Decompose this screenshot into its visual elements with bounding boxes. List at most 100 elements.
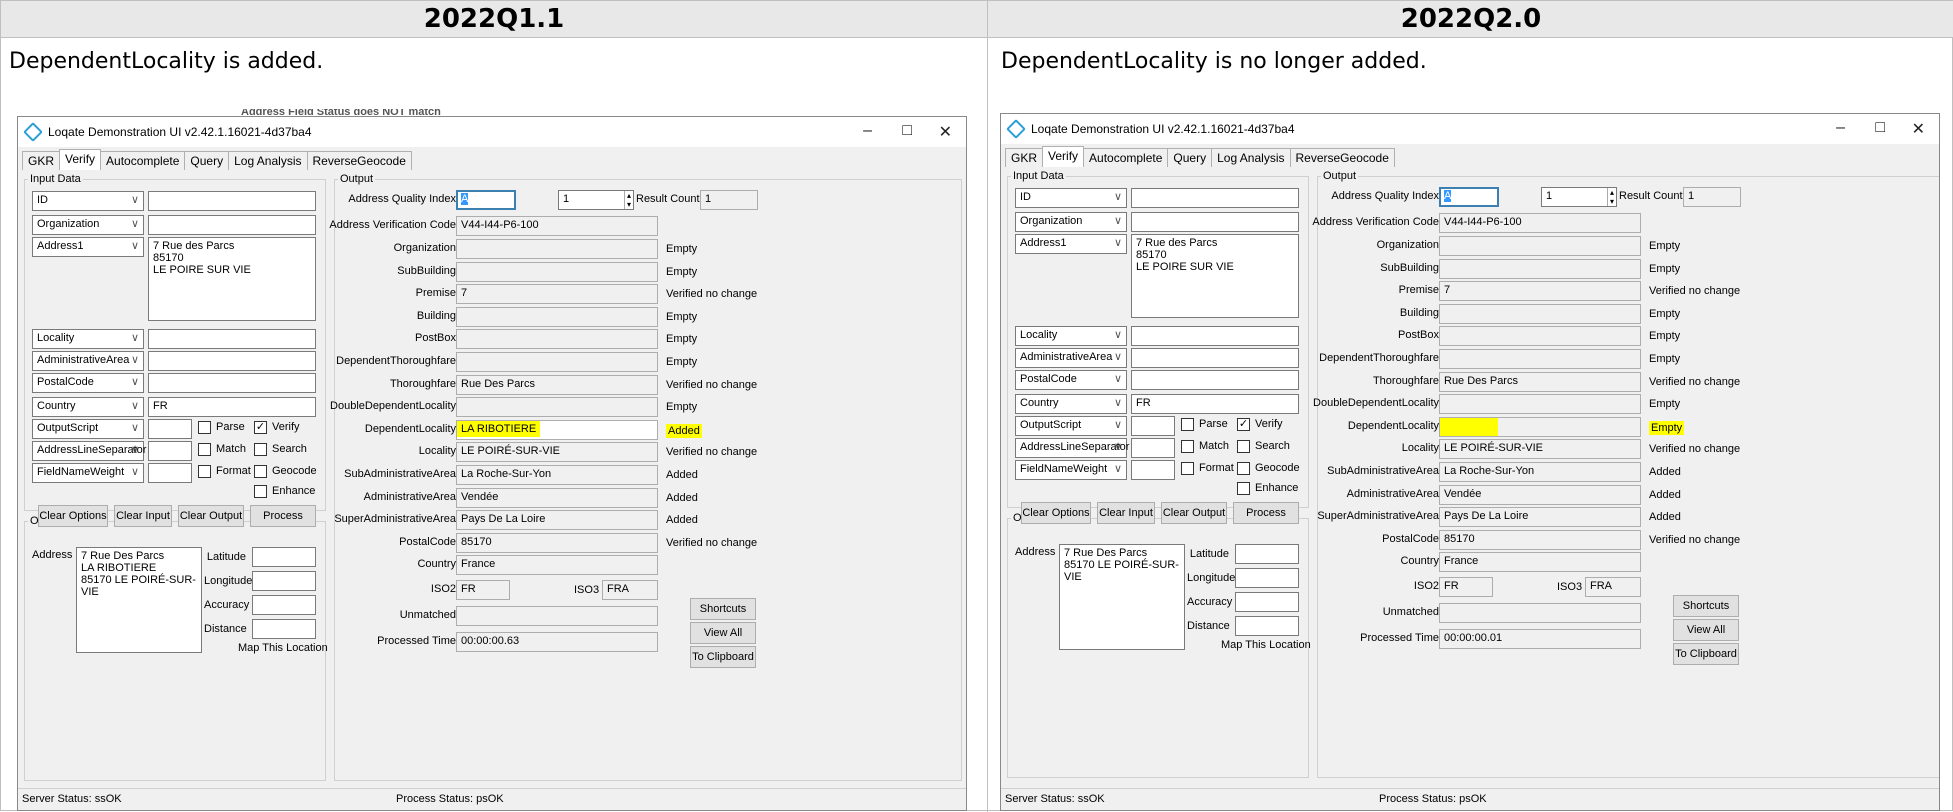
shortcuts-button[interactable]: Shortcuts bbox=[690, 598, 756, 620]
checkbox-format[interactable] bbox=[198, 465, 211, 478]
aqi-field[interactable]: A bbox=[1439, 187, 1499, 207]
combo-administrativearea[interactable]: AdministrativeArea bbox=[1015, 348, 1127, 368]
input-id[interactable] bbox=[148, 191, 316, 211]
input-locality[interactable] bbox=[1131, 326, 1299, 346]
input-fieldnameweight[interactable] bbox=[148, 463, 192, 483]
input-administrativearea[interactable] bbox=[148, 351, 316, 371]
checkbox-geocode[interactable] bbox=[1237, 462, 1250, 475]
checkbox-format-label: Format bbox=[1199, 462, 1234, 474]
combo-address1[interactable]: Address1 bbox=[1015, 234, 1127, 254]
view-all-button[interactable]: View All bbox=[1673, 619, 1739, 641]
combo-postalcode[interactable]: PostalCode bbox=[32, 373, 144, 393]
input-organization[interactable] bbox=[148, 215, 316, 235]
view-all-button[interactable]: View All bbox=[690, 622, 756, 644]
tab-gkr[interactable]: GKR bbox=[22, 151, 61, 170]
checkbox-search[interactable] bbox=[1237, 440, 1250, 453]
input-postalcode[interactable] bbox=[1131, 370, 1299, 390]
checkbox-geocode-label: Geocode bbox=[1255, 462, 1300, 474]
clear-options-button[interactable]: Clear Options bbox=[38, 505, 108, 527]
combo-addresslineseparator[interactable]: AddressLineSeparator bbox=[1015, 438, 1129, 458]
input-organization[interactable] bbox=[1131, 212, 1299, 232]
map-location-link[interactable]: Map This Location bbox=[238, 642, 328, 654]
input-outputscript[interactable] bbox=[1131, 416, 1175, 436]
shortcuts-button[interactable]: Shortcuts bbox=[1673, 595, 1739, 617]
tab-reversegeocode[interactable]: ReverseGeocode bbox=[1289, 148, 1395, 167]
close-icon[interactable]: ✕ bbox=[939, 122, 952, 142]
result-spinner[interactable]: 1 bbox=[1541, 187, 1617, 207]
checkbox-verify[interactable]: ✓ bbox=[254, 421, 267, 434]
combo-administrativearea[interactable]: AdministrativeArea bbox=[32, 351, 144, 371]
process-button[interactable]: Process bbox=[250, 505, 316, 527]
tab-log-analysis[interactable]: Log Analysis bbox=[1211, 148, 1291, 167]
tab-autocomplete[interactable]: Autocomplete bbox=[100, 151, 186, 170]
combo-country[interactable]: Country bbox=[1015, 394, 1127, 414]
combo-id[interactable]: ID bbox=[1015, 188, 1127, 208]
input-country[interactable]: FR bbox=[148, 397, 316, 417]
combo-locality[interactable]: Locality bbox=[32, 329, 144, 349]
clear-output-button[interactable]: Clear Output bbox=[1161, 502, 1227, 524]
checkbox-parse[interactable] bbox=[1181, 418, 1194, 431]
input-locality[interactable] bbox=[148, 329, 316, 349]
tab-query[interactable]: Query bbox=[184, 151, 230, 170]
tab-verify[interactable]: Verify bbox=[1042, 146, 1085, 167]
combo-organization[interactable]: Organization bbox=[1015, 212, 1127, 232]
combo-addresslineseparator[interactable]: AddressLineSeparator bbox=[32, 441, 146, 461]
checkbox-verify[interactable]: ✓ bbox=[1237, 418, 1250, 431]
minimize-icon[interactable]: – bbox=[1836, 119, 1845, 137]
aqi-field[interactable]: A bbox=[456, 190, 516, 210]
input-fieldnameweight[interactable] bbox=[1131, 460, 1175, 480]
minimize-icon[interactable]: – bbox=[863, 122, 872, 140]
checkbox-match[interactable] bbox=[198, 443, 211, 456]
input-addresslineseparator[interactable] bbox=[1131, 438, 1175, 458]
tab-log-analysis[interactable]: Log Analysis bbox=[228, 151, 308, 170]
processed-time-label: Processed Time bbox=[377, 635, 456, 647]
checkbox-enhance[interactable] bbox=[254, 485, 267, 498]
checkbox-parse[interactable] bbox=[198, 421, 211, 434]
process-button[interactable]: Process bbox=[1233, 502, 1299, 524]
input-country[interactable]: FR bbox=[1131, 394, 1299, 414]
to-clipboard-button[interactable]: To Clipboard bbox=[1673, 643, 1739, 665]
combo-fieldnameweight[interactable]: FieldNameWeight bbox=[1015, 460, 1127, 480]
combo-outputscript[interactable]: OutputScript bbox=[1015, 416, 1127, 436]
input-addresslineseparator[interactable] bbox=[148, 441, 192, 461]
combo-country[interactable]: Country bbox=[32, 397, 144, 417]
field-label-dependentlocality: DependentLocality bbox=[364, 422, 456, 435]
input-administrativearea[interactable] bbox=[1131, 348, 1299, 368]
combo-id[interactable]: ID bbox=[32, 191, 144, 211]
input-outputscript[interactable] bbox=[148, 419, 192, 439]
result-spinner[interactable]: 1 bbox=[558, 190, 634, 210]
input-postalcode[interactable] bbox=[148, 373, 316, 393]
loqate-window-2022q1: Loqate Demonstration UI v2.42.1.16021-4d… bbox=[17, 116, 967, 811]
clear-output-button[interactable]: Clear Output bbox=[178, 505, 244, 527]
checkbox-enhance[interactable] bbox=[1237, 482, 1250, 495]
combo-outputscript[interactable]: OutputScript bbox=[32, 419, 144, 439]
result-count-field: 1 bbox=[1683, 187, 1741, 207]
combo-organization[interactable]: Organization bbox=[32, 215, 144, 235]
input-address1[interactable]: 7 Rue des Parcs 85170 LE POIRE SUR VIE bbox=[148, 237, 316, 321]
combo-postalcode[interactable]: PostalCode bbox=[1015, 370, 1127, 390]
combo-fieldnameweight[interactable]: FieldNameWeight bbox=[32, 463, 144, 483]
tab-gkr[interactable]: GKR bbox=[1005, 148, 1044, 167]
tab-verify[interactable]: Verify bbox=[59, 149, 102, 170]
field-status-superadministrativearea: Added bbox=[1649, 511, 1681, 524]
latitude-label: Latitude bbox=[206, 551, 246, 563]
maximize-icon[interactable]: □ bbox=[1875, 119, 1885, 137]
checkbox-geocode[interactable] bbox=[254, 465, 267, 478]
checkbox-match[interactable] bbox=[1181, 440, 1194, 453]
tab-reversegeocode[interactable]: ReverseGeocode bbox=[306, 151, 412, 170]
tab-query[interactable]: Query bbox=[1167, 148, 1213, 167]
close-icon[interactable]: ✕ bbox=[1912, 119, 1925, 139]
map-location-link[interactable]: Map This Location bbox=[1221, 639, 1311, 651]
checkbox-search[interactable] bbox=[254, 443, 267, 456]
checkbox-format[interactable] bbox=[1181, 462, 1194, 475]
tab-autocomplete[interactable]: Autocomplete bbox=[1083, 148, 1169, 167]
combo-address1[interactable]: Address1 bbox=[32, 237, 144, 257]
clear-input-button[interactable]: Clear Input bbox=[114, 505, 172, 527]
combo-locality[interactable]: Locality bbox=[1015, 326, 1127, 346]
input-id[interactable] bbox=[1131, 188, 1299, 208]
to-clipboard-button[interactable]: To Clipboard bbox=[690, 646, 756, 668]
clear-input-button[interactable]: Clear Input bbox=[1097, 502, 1155, 524]
maximize-icon[interactable]: □ bbox=[902, 122, 912, 140]
input-address1[interactable]: 7 Rue des Parcs 85170 LE POIRE SUR VIE bbox=[1131, 234, 1299, 318]
clear-options-button[interactable]: Clear Options bbox=[1021, 502, 1091, 524]
